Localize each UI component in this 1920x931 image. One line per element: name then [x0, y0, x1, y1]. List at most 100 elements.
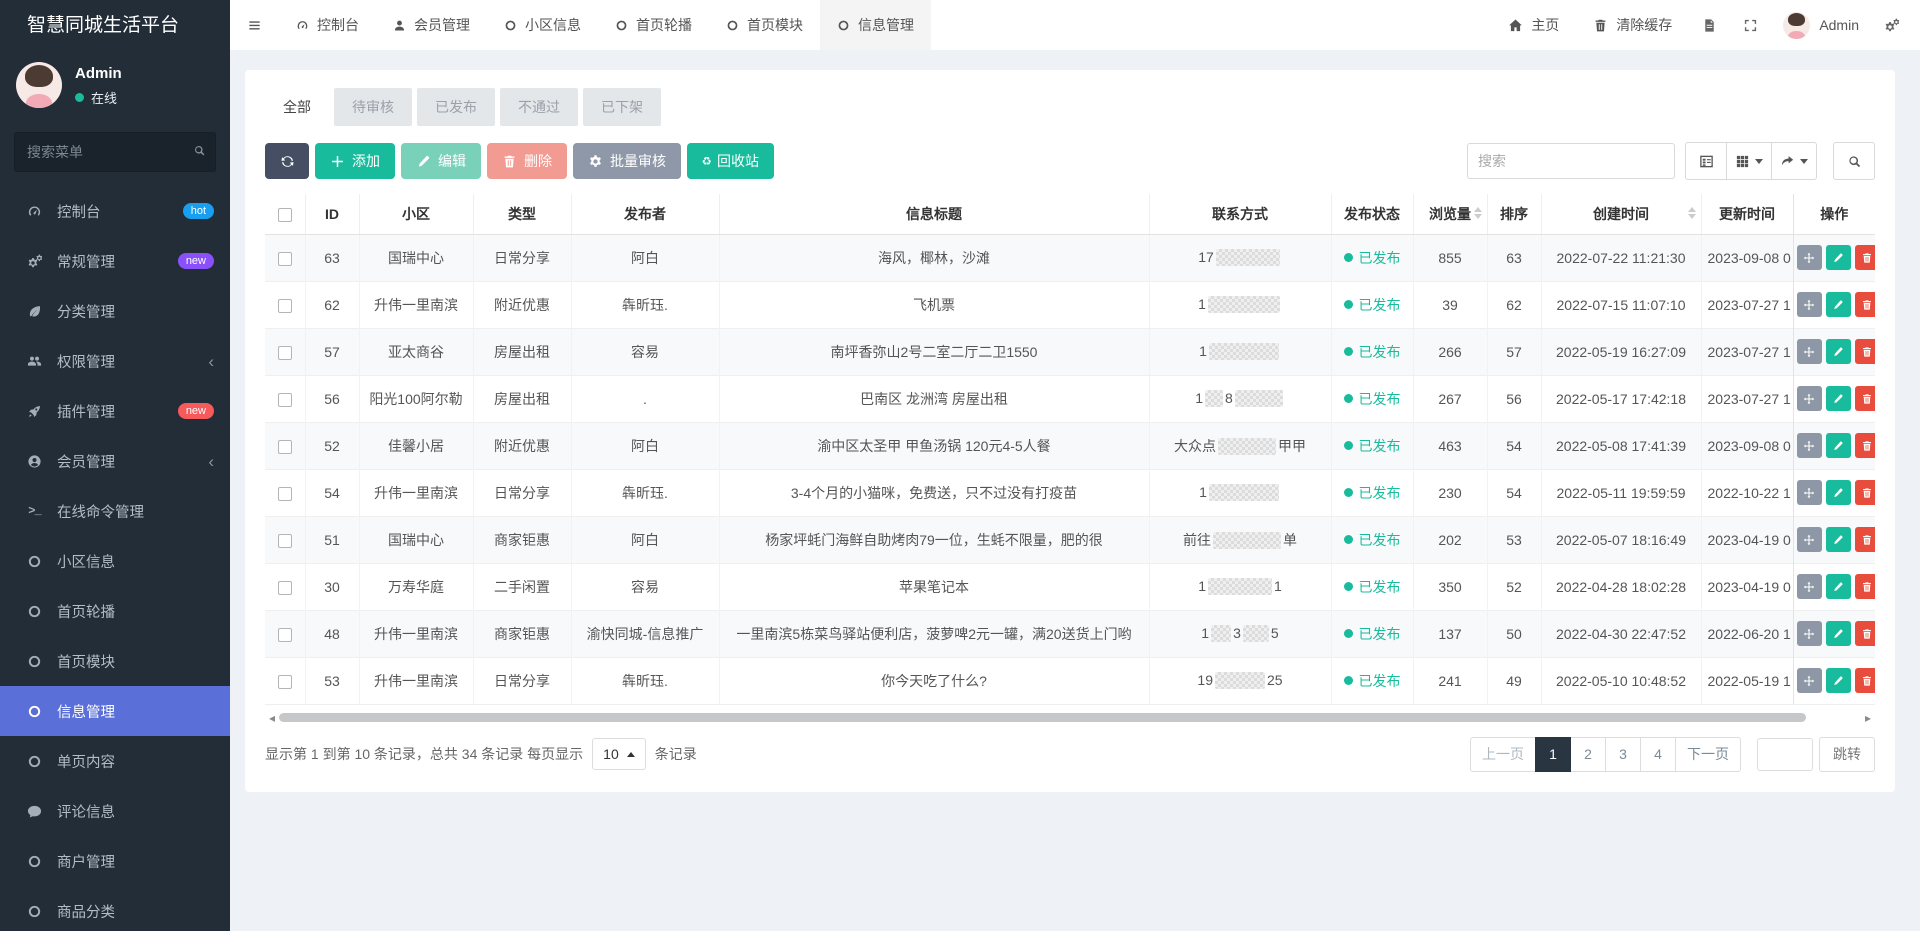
prev-page-button[interactable]: 上一页 [1470, 737, 1536, 772]
sidebar-item-general[interactable]: 常规管理new [0, 236, 230, 286]
clear-cache-button[interactable]: 清除缓存 [1576, 0, 1689, 50]
columns-button[interactable] [1726, 142, 1772, 180]
table-search-input[interactable] [1467, 143, 1675, 179]
add-button[interactable]: 添加 [315, 143, 395, 179]
page-button-2[interactable]: 2 [1570, 737, 1606, 772]
row-delete-button[interactable] [1855, 292, 1876, 317]
next-page-button[interactable]: 下一页 [1675, 737, 1741, 772]
sidebar-item-comment[interactable]: 评论信息 [0, 786, 230, 836]
detail-view-button[interactable] [1685, 142, 1727, 180]
row-edit-button[interactable] [1826, 245, 1851, 270]
fullscreen-button[interactable] [1730, 0, 1771, 50]
scrollbar-thumb[interactable] [279, 713, 1806, 722]
row-move-button[interactable] [1797, 574, 1822, 599]
topbar-tab-module[interactable]: 首页模块 [709, 0, 820, 50]
sidebar-item-member[interactable]: 会员管理‹ [0, 436, 230, 486]
tab-pending[interactable]: 待审核 [334, 88, 412, 126]
row-edit-button[interactable] [1826, 386, 1851, 411]
edit-button[interactable]: 编辑 [401, 143, 481, 179]
row-move-button[interactable] [1797, 292, 1822, 317]
export-button[interactable] [1771, 142, 1817, 180]
row-move-button[interactable] [1797, 386, 1822, 411]
row-edit-button[interactable] [1826, 668, 1851, 693]
search-submit-button[interactable] [1833, 142, 1875, 180]
row-edit-button[interactable] [1826, 480, 1851, 505]
sidebar-item-category[interactable]: 分类管理 [0, 286, 230, 336]
row-move-button[interactable] [1797, 527, 1822, 552]
sidebar-item-addon[interactable]: 插件管理new [0, 386, 230, 436]
row-checkbox[interactable] [278, 534, 292, 548]
row-checkbox[interactable] [278, 346, 292, 360]
row-edit-button[interactable] [1826, 433, 1851, 458]
row-delete-button[interactable] [1855, 668, 1876, 693]
select-all-checkbox[interactable] [278, 208, 292, 222]
row-checkbox[interactable] [278, 440, 292, 454]
scrollbar-track[interactable] [279, 713, 1861, 722]
sort-icon[interactable] [1688, 207, 1696, 219]
page-size-select[interactable]: 10 [592, 738, 646, 770]
row-move-button[interactable] [1797, 668, 1822, 693]
scroll-right-icon[interactable]: ▸ [1861, 713, 1875, 723]
row-delete-button[interactable] [1855, 480, 1876, 505]
delete-button[interactable]: 删除 [487, 143, 567, 179]
row-edit-button[interactable] [1826, 621, 1851, 646]
sort-icon[interactable] [1474, 207, 1482, 219]
column-header-created[interactable]: 创建时间 [1541, 194, 1701, 234]
row-delete-button[interactable] [1855, 527, 1876, 552]
refresh-button[interactable] [265, 143, 309, 179]
menu-search-input[interactable] [14, 132, 216, 172]
row-move-button[interactable] [1797, 621, 1822, 646]
row-checkbox[interactable] [278, 675, 292, 689]
admin-user-menu[interactable]: Admin [1771, 0, 1871, 50]
tab-rejected[interactable]: 不通过 [500, 88, 578, 126]
row-edit-button[interactable] [1826, 292, 1851, 317]
sidebar-item-auth[interactable]: 权限管理‹ [0, 336, 230, 386]
page-button-3[interactable]: 3 [1605, 737, 1641, 772]
row-edit-button[interactable] [1826, 339, 1851, 364]
topbar-tab-dashboard[interactable]: 控制台 [279, 0, 376, 50]
row-checkbox[interactable] [278, 581, 292, 595]
sidebar-item-merchant[interactable]: 商户管理 [0, 836, 230, 886]
jump-button[interactable]: 跳转 [1819, 737, 1875, 772]
topbar-tab-banner[interactable]: 首页轮播 [598, 0, 709, 50]
row-move-button[interactable] [1797, 245, 1822, 270]
sidebar-item-module[interactable]: 首页模块 [0, 636, 230, 686]
sidebar-item-dashboard[interactable]: 控制台hot [0, 186, 230, 236]
row-checkbox[interactable] [278, 252, 292, 266]
page-button-4[interactable]: 4 [1640, 737, 1676, 772]
jump-page-input[interactable] [1757, 738, 1813, 771]
sidebar-item-command[interactable]: >_在线命令管理 [0, 486, 230, 536]
row-delete-button[interactable] [1855, 386, 1876, 411]
row-move-button[interactable] [1797, 339, 1822, 364]
row-delete-button[interactable] [1855, 245, 1876, 270]
tab-all[interactable]: 全部 [265, 88, 329, 126]
row-move-button[interactable] [1797, 480, 1822, 505]
row-delete-button[interactable] [1855, 339, 1876, 364]
recycle-button[interactable]: ♻回收站 [687, 143, 774, 179]
row-checkbox[interactable] [278, 299, 292, 313]
menu-toggle-button[interactable] [230, 0, 279, 50]
tab-published[interactable]: 已发布 [417, 88, 495, 126]
row-edit-button[interactable] [1826, 574, 1851, 599]
row-edit-button[interactable] [1826, 527, 1851, 552]
sidebar-item-goods[interactable]: 商品分类 [0, 886, 230, 931]
sidebar-item-banner[interactable]: 首页轮播 [0, 586, 230, 636]
sidebar-item-page[interactable]: 单页内容 [0, 736, 230, 786]
row-checkbox[interactable] [278, 487, 292, 501]
scroll-left-icon[interactable]: ◂ [265, 713, 279, 723]
row-delete-button[interactable] [1855, 574, 1876, 599]
row-move-button[interactable] [1797, 433, 1822, 458]
topbar-tab-info[interactable]: 信息管理 [820, 0, 931, 50]
topbar-tab-community[interactable]: 小区信息 [487, 0, 598, 50]
row-checkbox[interactable] [278, 628, 292, 642]
page-button-1[interactable]: 1 [1535, 737, 1571, 772]
row-delete-button[interactable] [1855, 621, 1876, 646]
user-avatar[interactable] [16, 62, 62, 108]
tab-offline[interactable]: 已下架 [583, 88, 661, 126]
logs-button[interactable] [1689, 0, 1730, 50]
settings-button[interactable] [1871, 0, 1912, 50]
column-header-views[interactable]: 浏览量 [1413, 194, 1487, 234]
sidebar-item-info[interactable]: 信息管理 [0, 686, 230, 736]
row-delete-button[interactable] [1855, 433, 1876, 458]
row-checkbox[interactable] [278, 393, 292, 407]
